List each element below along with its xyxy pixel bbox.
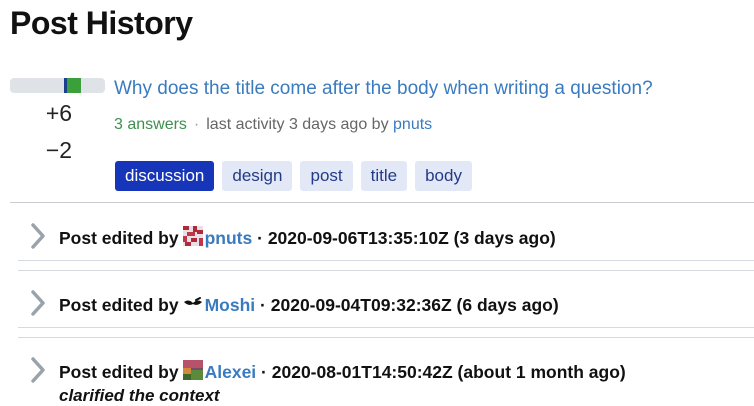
- post-summary: +6 −2 Why does the title come after the …: [0, 70, 754, 200]
- history-timestamp: 2020-09-06T13:35:10Z (3 days ago): [267, 228, 556, 248]
- history-line: Post edited by pnuts · 2020-09-06T13:35:…: [59, 226, 556, 249]
- tag-list: discussion design post title body: [115, 161, 472, 191]
- history-user-link[interactable]: Alexei: [205, 362, 257, 382]
- tag-title[interactable]: title: [360, 161, 408, 191]
- section-divider: [10, 202, 754, 203]
- history-action: Post edited by: [59, 362, 179, 382]
- history-user-link[interactable]: pnuts: [205, 228, 253, 248]
- history-separator: ·: [260, 295, 266, 315]
- last-activity-text: last activity 3 days ago by: [206, 116, 389, 133]
- history-separator: ·: [257, 228, 263, 248]
- downvote-score: −2: [45, 137, 73, 163]
- post-title-link[interactable]: Why does the title come after the body w…: [114, 78, 653, 100]
- history-separator: ·: [261, 362, 267, 382]
- tag-body[interactable]: body: [415, 161, 472, 191]
- history-action: Post edited by: [59, 228, 179, 248]
- mustache-avatar-icon: [183, 297, 202, 305]
- history-timestamp: 2020-09-04T09:32:36Z (6 days ago): [270, 295, 559, 315]
- post-meta: 3 answers · last activity 3 days ago by pn…: [114, 116, 432, 134]
- chevron-right-icon[interactable]: [30, 356, 46, 384]
- history-line: Post edited by Moshi · 2020-09-04T09:32:…: [59, 293, 559, 316]
- vote-ratio-bar: [10, 78, 105, 93]
- answers-count-link[interactable]: 3 answers: [114, 116, 187, 133]
- history-user-link[interactable]: Moshi: [205, 295, 256, 315]
- page-title: Post History: [10, 5, 193, 41]
- row-divider: [18, 270, 754, 271]
- row-divider: [18, 327, 754, 328]
- upvote-score: +6: [45, 100, 73, 126]
- history-timestamp: 2020-08-01T14:50:42Z (about 1 month ago): [271, 362, 626, 382]
- chevron-right-icon[interactable]: [30, 289, 46, 317]
- edit-comment: clarified the context: [59, 386, 220, 405]
- vote-bar-positive: [67, 78, 81, 93]
- row-divider: [18, 260, 754, 261]
- chevron-right-icon[interactable]: [30, 222, 46, 250]
- tag-discussion[interactable]: discussion: [115, 161, 215, 191]
- row-divider: [18, 337, 754, 338]
- history-line: Post edited by Alexei · 2020-08-01T14:50…: [59, 360, 626, 383]
- meta-separator: ·: [193, 116, 200, 133]
- history-action: Post edited by: [59, 295, 179, 315]
- pixel-avatar-icon: [182, 226, 203, 246]
- tag-design[interactable]: design: [222, 161, 293, 191]
- landscape-avatar-icon: [182, 360, 203, 380]
- tag-post[interactable]: post: [300, 161, 353, 191]
- last-activity-user-link[interactable]: pnuts: [393, 116, 432, 133]
